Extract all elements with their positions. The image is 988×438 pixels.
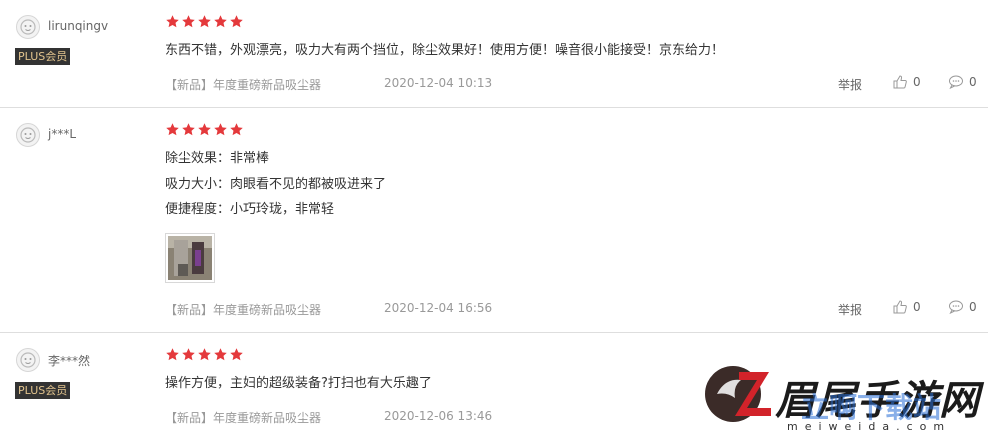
- like-button[interactable]: 0: [892, 74, 921, 90]
- username[interactable]: lirunqingv: [48, 19, 108, 33]
- comment-icon: [949, 75, 963, 90]
- review-item: lirunqingv PLUS会员 东西不错，外观漂亮，吸力大有两个挡位，除尘效…: [0, 0, 988, 107]
- star-icon: [230, 123, 243, 136]
- star-icon: [230, 15, 243, 28]
- review-text-line: 除尘效果：非常棒: [165, 151, 270, 166]
- review-text-line: 便捷程度：小巧玲珑，非常轻: [165, 202, 335, 217]
- plus-member-badge: PLUS会员: [15, 48, 71, 65]
- review-item: 李***然 PLUS会员 操作方便，主妇的超级装备?打扫也有大乐趣了 【新品】年…: [0, 333, 988, 438]
- star-icon: [214, 15, 227, 28]
- star-icon: [198, 348, 211, 361]
- comment-icon: [949, 300, 963, 315]
- user-avatar[interactable]: [16, 15, 40, 39]
- review-text: 操作方便，主妇的超级装备?打扫也有大乐趣了: [165, 376, 432, 391]
- review-date: 2020-12-04 10:13: [384, 76, 493, 90]
- user-avatar[interactable]: [16, 348, 40, 372]
- plus-member-badge: PLUS会员: [15, 382, 71, 399]
- review-photo-thumbnail[interactable]: [165, 233, 215, 283]
- thumbs-up-icon: [893, 300, 907, 314]
- user-avatar[interactable]: [16, 123, 40, 147]
- star-icon: [182, 123, 195, 136]
- review-date: 2020-12-04 16:56: [384, 301, 493, 315]
- comment-button[interactable]: 0: [948, 74, 977, 90]
- review-date: 2020-12-06 13:46: [384, 409, 493, 423]
- star-icon: [182, 348, 195, 361]
- review-text: 东西不错，外观漂亮，吸力大有两个挡位，除尘效果好！使用方便！噪音很小能接受！京东…: [165, 43, 725, 58]
- product-variant: 【新品】年度重磅新品吸尘器: [165, 303, 322, 317]
- like-button[interactable]: 0: [892, 299, 921, 315]
- product-variant: 【新品】年度重磅新品吸尘器: [165, 78, 322, 92]
- product-variant: 【新品】年度重磅新品吸尘器: [165, 411, 322, 425]
- star-icon: [166, 15, 179, 28]
- star-icon: [182, 15, 195, 28]
- comment-count: 0: [969, 300, 977, 314]
- star-icon: [166, 123, 179, 136]
- star-icon: [230, 348, 243, 361]
- star-rating: [165, 347, 244, 362]
- username[interactable]: j***L: [48, 127, 76, 141]
- comment-count: 0: [969, 75, 977, 89]
- star-icon: [214, 348, 227, 361]
- star-icon: [214, 123, 227, 136]
- review-item: j***L 除尘效果：非常棒 吸力大小：肉眼看不见的都被吸进来了 便捷程度：小巧…: [0, 108, 988, 332]
- username[interactable]: 李***然: [48, 352, 90, 369]
- thumbs-up-icon: [893, 75, 907, 89]
- star-rating: [165, 122, 244, 137]
- comment-button[interactable]: 0: [948, 299, 977, 315]
- star-icon: [166, 348, 179, 361]
- star-icon: [198, 15, 211, 28]
- report-link[interactable]: 举报: [838, 301, 862, 318]
- star-icon: [198, 123, 211, 136]
- like-count: 0: [913, 75, 921, 89]
- like-count: 0: [913, 300, 921, 314]
- report-link[interactable]: 举报: [838, 76, 862, 93]
- review-text-line: 吸力大小：肉眼看不见的都被吸进来了: [165, 177, 387, 192]
- star-rating: [165, 14, 244, 29]
